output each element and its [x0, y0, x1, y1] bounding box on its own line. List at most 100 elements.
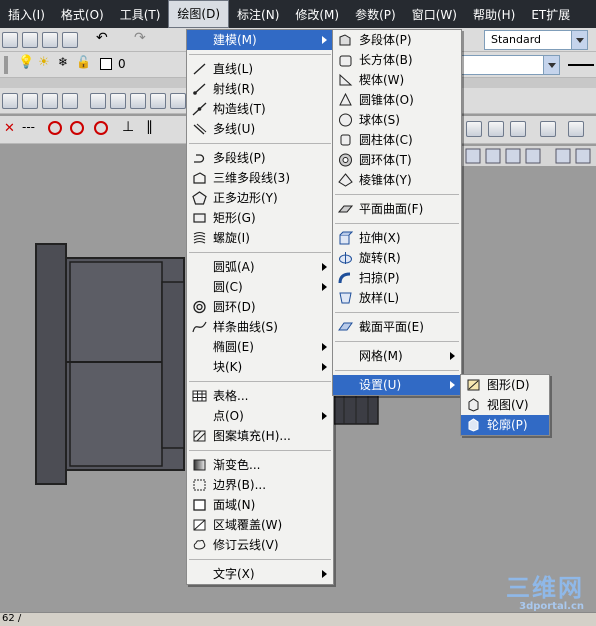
menu-tools[interactable]: 工具(T) — [112, 0, 169, 28]
draw-menu-item-donut[interactable]: 圆环(D) — [187, 297, 333, 317]
menu-format[interactable]: 格式(O) — [53, 0, 112, 28]
menu-help[interactable]: 帮助(H) — [465, 0, 523, 28]
view-icon-1[interactable] — [465, 148, 481, 164]
view-icon-2[interactable] — [485, 148, 501, 164]
draw-menu-item-helix[interactable]: 螺旋(I) — [187, 228, 333, 248]
loft-tool-icon[interactable] — [170, 93, 186, 109]
menu-parametric[interactable]: 参数(P) — [347, 0, 404, 28]
draw-menu-item-modeling[interactable]: 建模(M) — [187, 30, 333, 50]
snowflake-icon[interactable]: ❄ — [58, 55, 68, 69]
menu-draw[interactable]: 绘图(D) — [168, 0, 230, 28]
sweep-tool-icon[interactable] — [130, 93, 146, 109]
coil-icon[interactable] — [42, 93, 58, 109]
draw-menu-item-ray[interactable]: 射线(R) — [187, 79, 333, 99]
modeling-item-pyramid[interactable]: 棱锥体(Y) — [333, 170, 461, 190]
redo-icon[interactable]: ↷ — [134, 30, 146, 46]
draw-menu-label: 区域覆盖(W) — [213, 518, 283, 532]
draw-menu-item-line[interactable]: 直线(L) — [187, 59, 333, 79]
draw-menu-item-hatch[interactable]: 图案填充(H)... — [187, 426, 333, 446]
menu-express[interactable]: ET扩展 — [523, 0, 578, 28]
draw-menu-item-rectangle[interactable]: 矩形(G) — [187, 208, 333, 228]
revolve-tool-icon[interactable] — [150, 93, 166, 109]
solid-edit-icon-1[interactable] — [466, 121, 482, 137]
draw-menu-item-arc[interactable]: 圆弧(A) — [187, 257, 333, 277]
modeling-item-polysolid[interactable]: 多段体(P) — [333, 30, 461, 50]
modeling-item-setup[interactable]: 设置(U) — [333, 375, 461, 395]
solid-edit-icon-2[interactable] — [488, 121, 504, 137]
paste-icon[interactable] — [22, 32, 38, 48]
draw-menu-item-circle[interactable]: 圆(C) — [187, 277, 333, 297]
draw-menu-item-block[interactable]: 块(K) — [187, 357, 333, 377]
modeling-item-loft[interactable]: 放样(L) — [333, 288, 461, 308]
quadrant-snap-icon[interactable] — [70, 121, 84, 135]
perpendicular-icon[interactable]: ⊥ — [122, 119, 134, 135]
modeling-label: 扫掠(P) — [359, 271, 400, 285]
modeling-item-sphere[interactable]: 球体(S) — [333, 110, 461, 130]
tracking-icon[interactable]: ✕ — [4, 121, 15, 136]
new-icon[interactable] — [2, 32, 18, 48]
modeling-item-sweep[interactable]: 扫掠(P) — [333, 268, 461, 288]
draw-menu-item-boundary[interactable]: 边界(B)... — [187, 475, 333, 495]
draw-menu-item-spline[interactable]: 样条曲线(S) — [187, 317, 333, 337]
center-snap-icon[interactable] — [48, 121, 62, 135]
setup-item-view[interactable]: 视图(V) — [461, 395, 549, 415]
draw-menu-item-gradient[interactable]: 渐变色... — [187, 455, 333, 475]
modeling-item-wedge[interactable]: 楔体(W) — [333, 70, 461, 90]
view-icon-5[interactable] — [555, 148, 571, 164]
modeling-item-cone[interactable]: 圆锥体(O) — [333, 90, 461, 110]
spring-icon[interactable] — [22, 93, 38, 109]
draw-menu-item-pline[interactable]: 多段线(P) — [187, 148, 333, 168]
lock-icon[interactable]: 🔓 — [76, 55, 91, 69]
setup-item-drawing[interactable]: 图形(D) — [461, 375, 549, 395]
draw-menu-item-xline[interactable]: 构造线(T) — [187, 99, 333, 119]
presspull-icon[interactable] — [110, 93, 126, 109]
modeling-item-revolve[interactable]: 旋转(R) — [333, 248, 461, 268]
modeling-item-sectionplane[interactable]: 截面平面(E) — [333, 317, 461, 337]
solid-edit-icon-3[interactable] — [510, 121, 526, 137]
menu-window[interactable]: 窗口(W) — [404, 0, 465, 28]
tangent-snap-icon[interactable] — [94, 121, 108, 135]
draw-menu-item-mline[interactable]: 多线(U) — [187, 119, 333, 139]
plane-icon[interactable] — [62, 93, 78, 109]
sun-icon[interactable]: ☀ — [38, 55, 50, 70]
undo-icon[interactable]: ↶ — [96, 30, 108, 46]
zoom-icon[interactable] — [568, 121, 584, 137]
draw-menu-item-point[interactable]: 点(O) — [187, 406, 333, 426]
draw-menu-label: 图案填充(H)... — [213, 429, 291, 443]
draw-menu-item-table[interactable]: 表格... — [187, 386, 333, 406]
gradient-icon — [193, 459, 206, 471]
parallel-icon[interactable]: ∥ — [146, 119, 153, 135]
lineweight-icon[interactable] — [568, 64, 594, 66]
brush-icon[interactable] — [62, 32, 78, 48]
draw-menu-item-ellipse[interactable]: 椭圆(E) — [187, 337, 333, 357]
menu-bar: 插入(I) 格式(O) 工具(T) 绘图(D) 标注(N) 修改(M) 参数(P… — [0, 0, 596, 28]
menu-dimension[interactable]: 标注(N) — [229, 0, 287, 28]
dimstyle-combo[interactable]: Standard — [484, 30, 588, 50]
setup-item-profile[interactable]: 轮廓(P) — [461, 415, 549, 435]
draw-menu-item-region[interactable]: 面域(N) — [187, 495, 333, 515]
view-icon-6[interactable] — [575, 148, 591, 164]
draw-menu-item-3dpoly[interactable]: 三维多段线(3) — [187, 168, 333, 188]
view-icon-3[interactable] — [505, 148, 521, 164]
from-icon[interactable]: --- — [22, 120, 35, 134]
menu-modify[interactable]: 修改(M) — [287, 0, 347, 28]
draw-menu-item-revcloud[interactable]: 修订云线(V) — [187, 535, 333, 555]
snap-icon[interactable] — [2, 93, 18, 109]
view-icon-4[interactable] — [525, 148, 541, 164]
modeling-item-cylinder[interactable]: 圆柱体(C) — [333, 130, 461, 150]
menu-insert[interactable]: 插入(I) — [0, 0, 53, 28]
chevron-down-icon[interactable] — [571, 31, 587, 49]
modeling-item-torus[interactable]: 圆环体(T) — [333, 150, 461, 170]
modeling-item-extrude[interactable]: 拉伸(X) — [333, 228, 461, 248]
chevron-down-icon[interactable] — [543, 56, 559, 74]
draw-menu-item-polygon[interactable]: 正多边形(Y) — [187, 188, 333, 208]
modeling-item-planesurf[interactable]: 平面曲面(F) — [333, 199, 461, 219]
draw-menu-item-wipeout[interactable]: 区域覆盖(W) — [187, 515, 333, 535]
matchprop-icon[interactable] — [42, 32, 58, 48]
modeling-item-mesh[interactable]: 网格(M) — [333, 346, 461, 366]
camera-icon[interactable] — [540, 121, 556, 137]
bulb-icon[interactable]: 💡 — [18, 55, 34, 70]
draw-menu-item-text[interactable]: 文字(X) — [187, 564, 333, 584]
extrude-tool-icon[interactable] — [90, 93, 106, 109]
modeling-item-box[interactable]: 长方体(B) — [333, 50, 461, 70]
